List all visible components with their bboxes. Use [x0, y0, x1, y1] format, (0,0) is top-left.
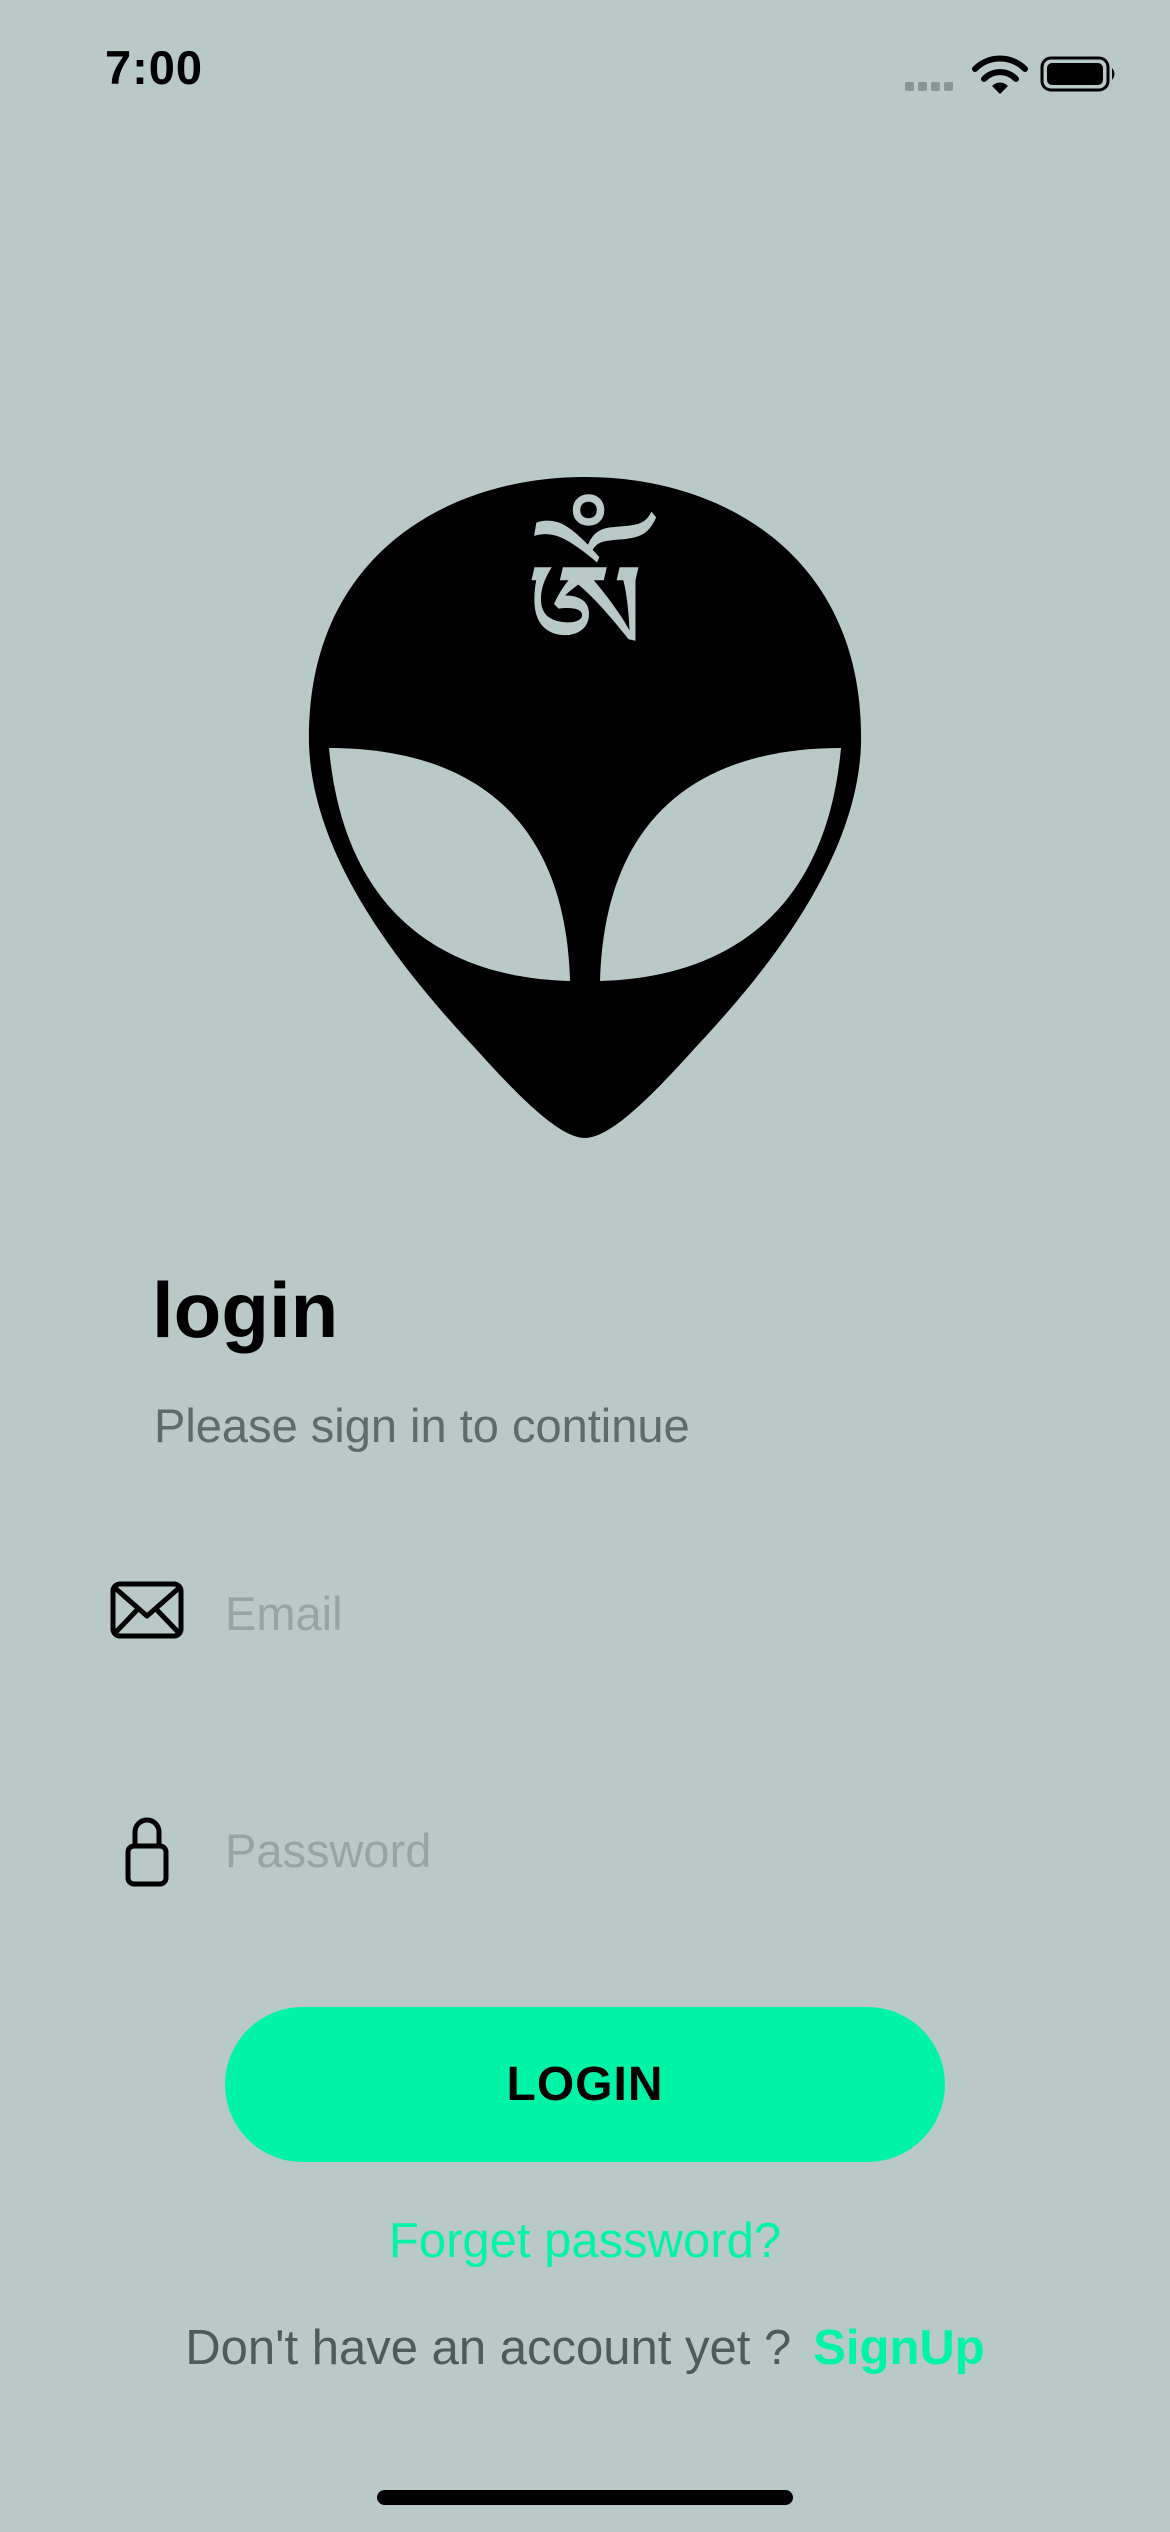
signup-link[interactable]: SignUp [813, 2321, 984, 2375]
login-button[interactable]: LOGIN [225, 2007, 945, 2162]
battery-icon [1040, 56, 1115, 92]
signup-prompt: Don't have an account yet ? [185, 2321, 792, 2375]
signup-row: Don't have an account yet ? SignUp [0, 2320, 1170, 2376]
forgot-password-link[interactable]: Forget password? [0, 2213, 1170, 2269]
status-icons [905, 52, 1115, 102]
status-time: 7:00 [105, 41, 204, 94]
envelope-icon [110, 1581, 184, 1639]
wifi-icon [972, 55, 1028, 94]
page-subtitle: Please sign in to continue [154, 1399, 690, 1452]
password-input[interactable] [225, 1805, 1045, 1895]
page-title: login [152, 1266, 339, 1354]
home-indicator[interactable] [377, 2490, 793, 2505]
email-input[interactable] [225, 1568, 1045, 1658]
email-field [105, 1558, 1065, 1668]
lock-icon [125, 1817, 169, 1887]
password-field [105, 1795, 1065, 1905]
app-logo: ཨོཾ [305, 473, 865, 1143]
om-symbol: ཨོཾ [524, 531, 646, 705]
